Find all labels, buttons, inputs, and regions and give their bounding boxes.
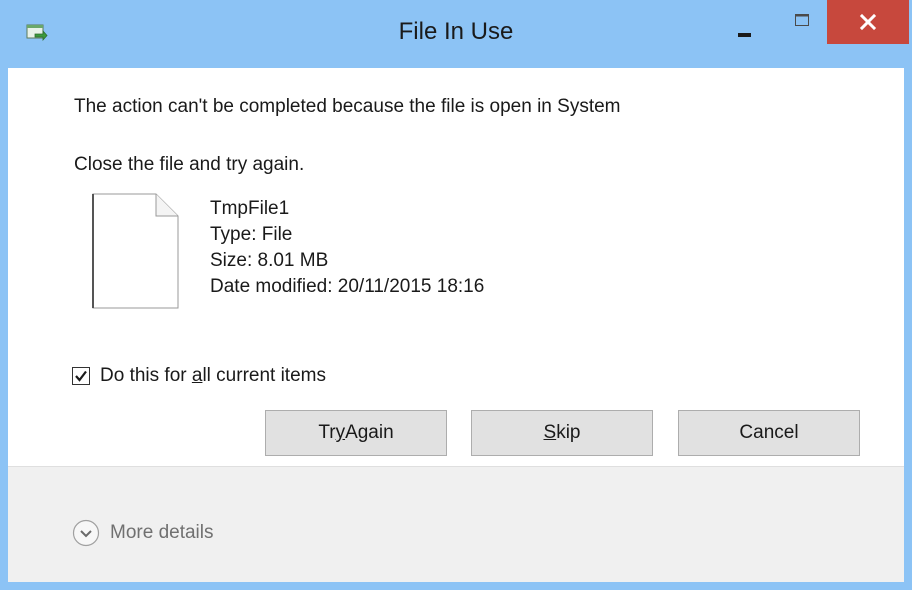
- maximize-button[interactable]: [782, 0, 822, 44]
- skip-accelerator: S: [543, 422, 557, 443]
- window-title: File In Use: [398, 18, 514, 45]
- cancel-button[interactable]: Cancel: [678, 410, 860, 456]
- apply-to-all-checkbox[interactable]: [72, 367, 90, 385]
- file-in-use-dialog: File In Use The action can't be complete…: [0, 0, 912, 590]
- skip-suffix: kip: [556, 422, 581, 443]
- close-icon: [827, 13, 909, 48]
- label-accelerator: a: [191, 365, 203, 386]
- title-bar[interactable]: File In Use: [0, 0, 912, 68]
- file-date-modified: Date modified: 20/11/2015 18:16: [210, 276, 485, 297]
- file-name: TmpFile1: [210, 198, 290, 219]
- apply-to-all-checkbox-row[interactable]: Do this for all current items: [72, 364, 326, 388]
- close-button[interactable]: [827, 0, 909, 44]
- file-info: TmpFile1 Type: File Size: 8.01 MB Date m…: [210, 196, 484, 300]
- chevron-down-icon[interactable]: [72, 519, 100, 547]
- try-again-button[interactable]: Tr y Again: [265, 410, 447, 456]
- dialog-footer: More details: [8, 467, 904, 582]
- more-details-label[interactable]: More details: [110, 522, 214, 544]
- try-again-prefix: Tr: [318, 422, 336, 443]
- try-again-accelerator: y: [335, 422, 346, 443]
- apply-to-all-label[interactable]: Do this for all current items: [100, 365, 326, 387]
- instruction-text: Close the file and try again.: [74, 154, 305, 175]
- minimize-icon: [724, 31, 764, 48]
- file-size: Size: 8.01 MB: [210, 250, 329, 271]
- dialog-body: The action can't be completed because th…: [8, 68, 904, 582]
- try-again-suffix: Again: [345, 422, 394, 443]
- label-prefix: Do this for: [100, 365, 192, 386]
- skip-button[interactable]: Skip: [471, 410, 653, 456]
- document-icon: [90, 192, 182, 310]
- more-details-toggle[interactable]: More details: [72, 519, 214, 547]
- error-message: The action can't be completed because th…: [74, 96, 621, 117]
- maximize-icon: [782, 14, 822, 48]
- label-suffix: ll current items: [202, 365, 326, 386]
- minimize-button[interactable]: [724, 0, 764, 44]
- file-type: Type: File: [210, 224, 293, 245]
